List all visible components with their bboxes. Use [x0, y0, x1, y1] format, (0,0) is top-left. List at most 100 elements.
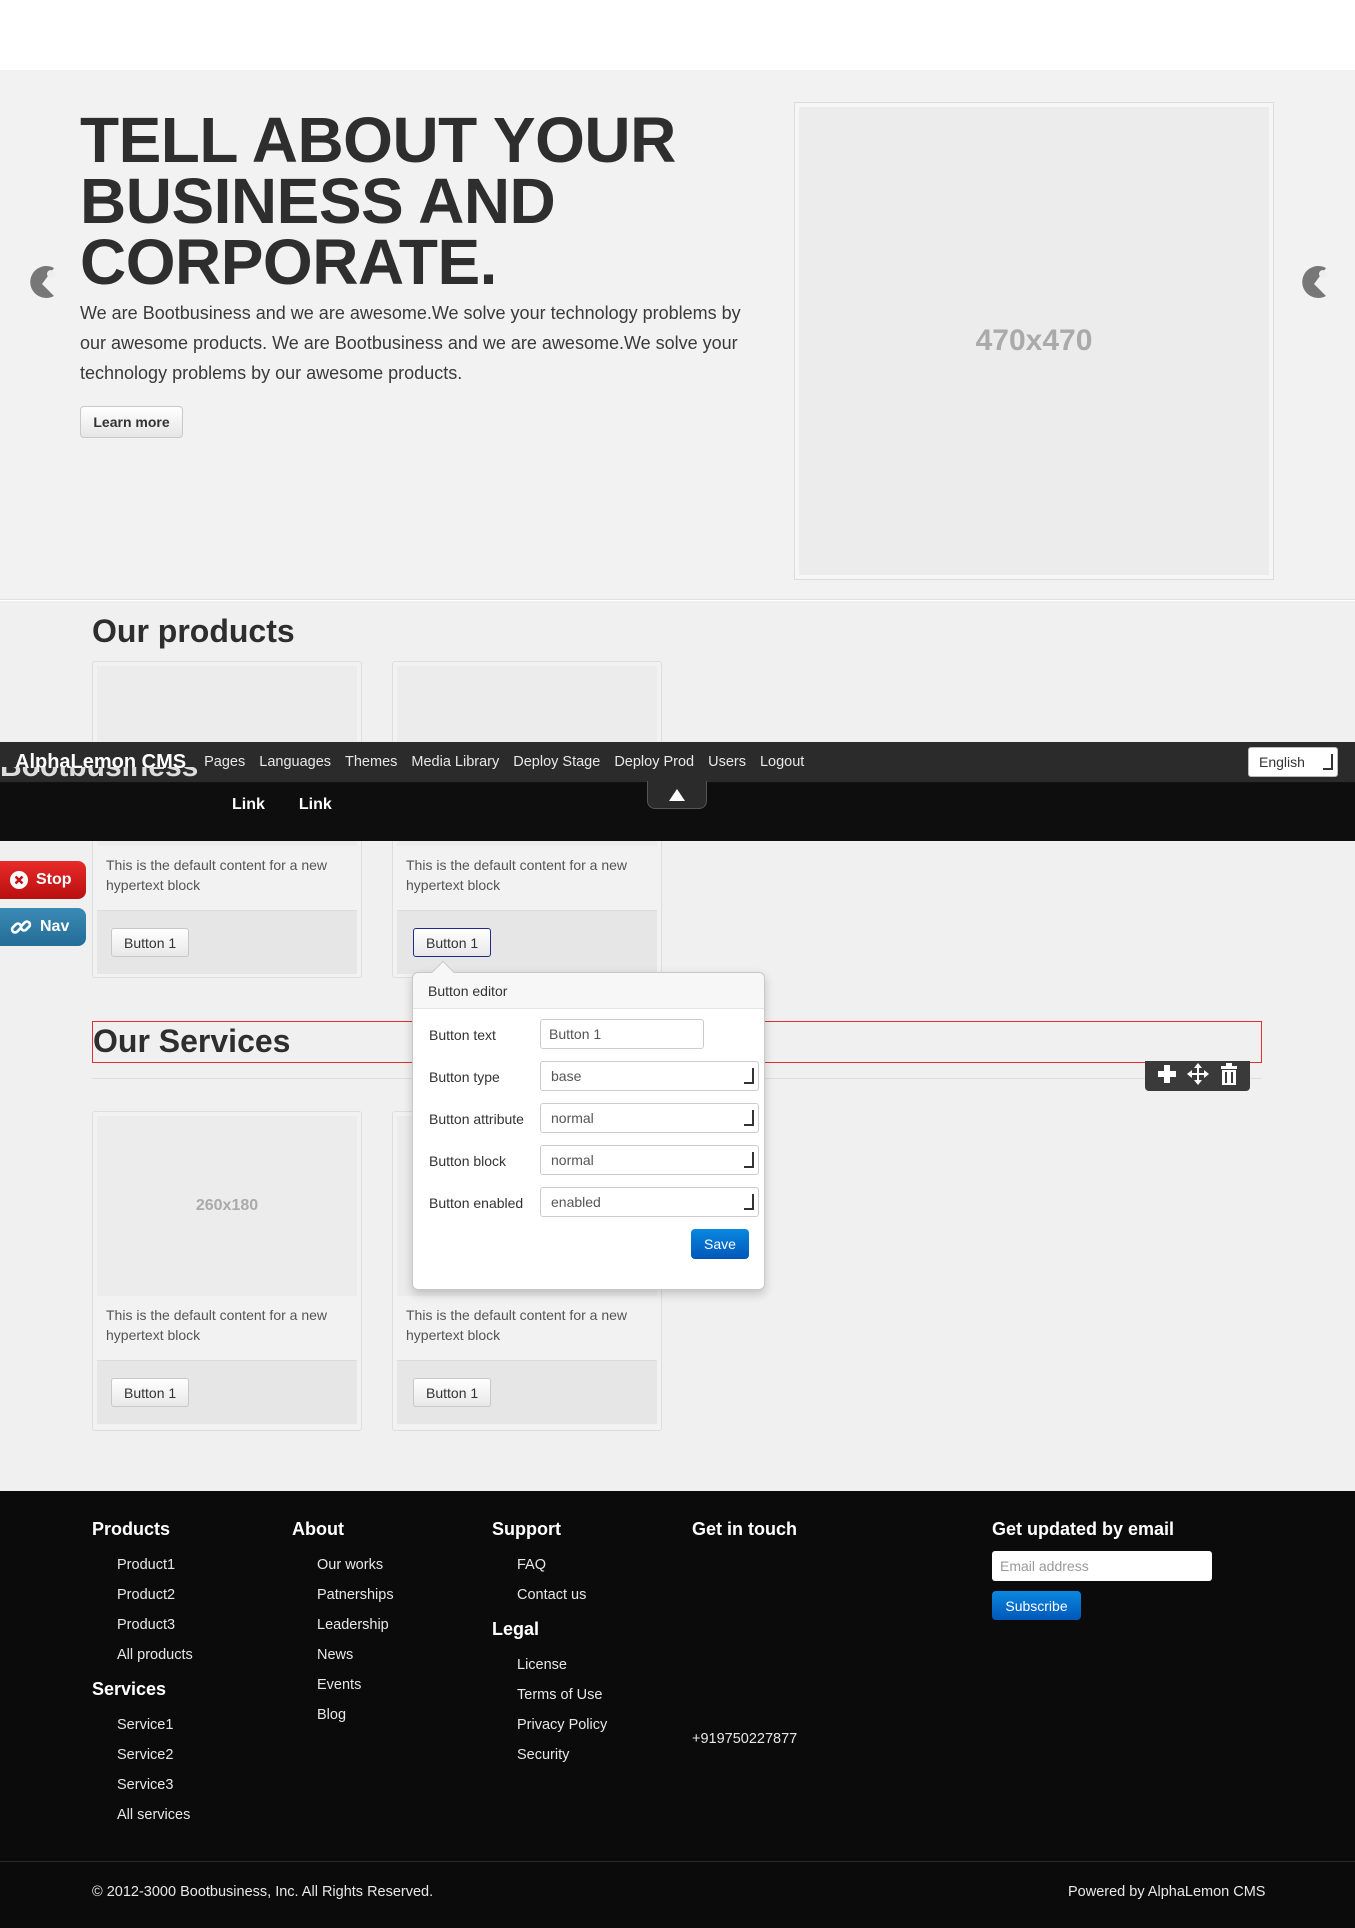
hero-title: TELL ABOUT YOUR BUSINESS AND CORPORATE. [80, 104, 676, 298]
footer-services-heading: Services [92, 1679, 167, 1699]
footer-link[interactable]: News [317, 1647, 353, 1663]
toolbar-collapse-toggle[interactable] [647, 781, 707, 809]
field-label: Button attribute [429, 1111, 524, 1127]
footer-link[interactable]: Product1 [117, 1557, 175, 1573]
button-attribute-select[interactable]: normal [540, 1103, 759, 1133]
admin-menu-pages[interactable]: Pages [204, 754, 245, 770]
admin-menu-deploy-stage[interactable]: Deploy Stage [513, 754, 600, 770]
services-title[interactable]: Our Services [93, 1023, 290, 1060]
field-label: Button enabled [429, 1195, 524, 1211]
selected-card-button[interactable]: Button 1 [413, 928, 492, 957]
site-link[interactable]: Link [299, 796, 332, 814]
footer-link[interactable]: Leadership [317, 1617, 389, 1633]
footer-link[interactable]: Terms of Use [517, 1687, 602, 1703]
card-text: This is the default content for a new hy… [406, 857, 628, 893]
footer-link[interactable]: Privacy Policy [517, 1717, 607, 1733]
link-icon [10, 920, 32, 934]
footer-link[interactable]: Blog [317, 1707, 346, 1723]
button-block-select[interactable]: normal [540, 1145, 759, 1175]
close-circle-icon [10, 871, 28, 889]
card-footer: Button 1 [97, 1360, 357, 1424]
footer-link[interactable]: Product3 [117, 1617, 175, 1633]
card-text: This is the default content for a new hy… [106, 857, 328, 893]
footer-link[interactable]: All products [117, 1647, 193, 1663]
site-navbar: Bootbusiness Link Link [0, 767, 1355, 841]
admin-toolbar: AlphaLemon CMS Pages Languages Themes Me… [0, 742, 1355, 783]
footer-products-heading: Products [92, 1519, 171, 1539]
nav-label: Nav [40, 918, 70, 935]
footer-support-heading: Support [492, 1519, 561, 1539]
stop-edit-button[interactable]: Stop [0, 861, 86, 899]
card-text: This is the default content for a new hy… [406, 1307, 628, 1343]
site-brand[interactable]: Bootbusiness [0, 767, 198, 795]
footer-link[interactable]: Our works [317, 1557, 383, 1573]
card-text: This is the default content for a new hy… [106, 1307, 328, 1343]
subscribe-button[interactable]: Subscribe [992, 1591, 1081, 1620]
admin-menu-deploy-prod[interactable]: Deploy Prod [614, 754, 694, 770]
select-value: base [551, 1068, 582, 1084]
nav-button[interactable]: Nav [0, 908, 86, 946]
card-footer: Button 1 [97, 910, 357, 974]
select-caret-icon [744, 1152, 754, 1168]
footer-legal-heading: Legal [492, 1619, 540, 1639]
hero-description: We are Bootbusiness and we are awesome.W… [80, 303, 741, 383]
footer-newsletter-heading: Get updated by email [992, 1519, 1175, 1539]
carousel-next-icon[interactable] [1290, 260, 1334, 304]
service-card: 260x180 This is the default content for … [92, 1111, 362, 1431]
card-button[interactable]: Button 1 [413, 1378, 492, 1407]
footer-divider [0, 1861, 1355, 1862]
footer-link[interactable]: Patnerships [317, 1587, 394, 1603]
footer-link[interactable]: FAQ [517, 1557, 546, 1573]
move-icon[interactable] [1187, 1062, 1210, 1090]
footer-link[interactable]: Service3 [117, 1777, 173, 1793]
footer-link[interactable]: Product2 [117, 1587, 175, 1603]
hero-carousel: TELL ABOUT YOUR BUSINESS AND CORPORATE. … [0, 70, 1355, 600]
select-caret-icon [744, 1194, 754, 1210]
select-value: normal [551, 1110, 594, 1126]
footer-link[interactable]: Service2 [117, 1747, 173, 1763]
button-editor-popover: Button editor Button text Button 1 Butto… [412, 960, 765, 1290]
admin-menu: Pages Languages Themes Media Library Dep… [204, 754, 818, 770]
footer-link[interactable]: Contact us [517, 1587, 586, 1603]
admin-menu-themes[interactable]: Themes [345, 754, 397, 770]
triangle-up-icon [669, 788, 685, 801]
button-text-input[interactable]: Button 1 [540, 1019, 704, 1049]
powered-by-text[interactable]: Powered by AlphaLemon CMS [1068, 1884, 1265, 1900]
service-image: 260x180 [97, 1116, 357, 1296]
popover-title: Button editor [413, 973, 764, 1009]
field-label: Button block [429, 1153, 507, 1169]
field-button-block: Button block normal [428, 1145, 759, 1175]
footer-link[interactable]: License [517, 1657, 567, 1673]
copyright-text: © 2012-3000 Bootbusiness, Inc. All Right… [92, 1884, 434, 1900]
field-button-attribute: Button attribute normal [428, 1103, 759, 1133]
email-field[interactable]: Email address [992, 1551, 1212, 1581]
learn-more-button[interactable]: Learn more [80, 406, 183, 438]
admin-menu-languages[interactable]: Languages [259, 754, 331, 770]
button-enabled-select[interactable]: enabled [540, 1187, 759, 1217]
card-button[interactable]: Button 1 [111, 1378, 190, 1407]
delete-icon[interactable] [1219, 1062, 1239, 1090]
card-button[interactable]: Button 1 [111, 928, 190, 957]
site-brand-text: Bootbusiness [0, 767, 198, 783]
footer-link[interactable]: All services [117, 1807, 190, 1823]
add-icon[interactable] [1156, 1063, 1178, 1090]
stop-label: Stop [36, 871, 72, 888]
field-button-enabled: Button enabled enabled [428, 1187, 759, 1217]
field-button-text: Button text Button 1 [428, 1019, 758, 1049]
select-value: normal [551, 1152, 594, 1168]
footer-link[interactable]: Events [317, 1677, 361, 1693]
field-button-type: Button type base [428, 1061, 759, 1091]
admin-menu-users[interactable]: Users [708, 754, 746, 770]
site-link[interactable]: Link [232, 796, 265, 814]
language-select[interactable]: English [1248, 747, 1338, 777]
carousel-prev-icon[interactable] [18, 260, 62, 304]
admin-menu-media-library[interactable]: Media Library [411, 754, 499, 770]
button-type-select[interactable]: base [540, 1061, 759, 1091]
save-button[interactable]: Save [691, 1229, 749, 1259]
footer-phone: +919750227877 [692, 1731, 798, 1747]
footer-link[interactable]: Security [517, 1747, 569, 1763]
hero-image-placeholder: 470x470 [794, 102, 1274, 580]
admin-menu-logout[interactable]: Logout [760, 754, 804, 770]
footer-link[interactable]: Service1 [117, 1717, 173, 1733]
footer-about-heading: About [292, 1519, 344, 1539]
